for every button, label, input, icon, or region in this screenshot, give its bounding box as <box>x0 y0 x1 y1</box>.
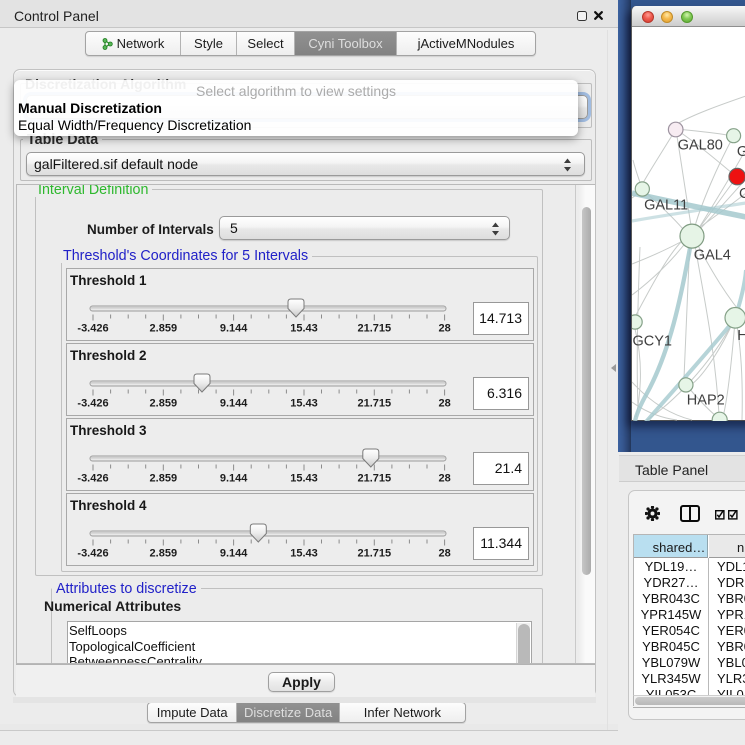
svg-text:GA: GA <box>737 144 745 160</box>
svg-text:GCY1: GCY1 <box>633 334 673 350</box>
svg-text:15.43: 15.43 <box>290 398 318 410</box>
svg-text:28: 28 <box>438 323 450 335</box>
svg-text:2.859: 2.859 <box>150 398 178 410</box>
svg-text:GAL11: GAL11 <box>644 198 688 214</box>
svg-text:-3.426: -3.426 <box>77 548 108 560</box>
svg-text:21.715: 21.715 <box>357 548 391 560</box>
svg-text:28: 28 <box>438 398 450 410</box>
svg-text:9.144: 9.144 <box>220 473 248 485</box>
svg-text:GAL4: GAL4 <box>694 248 731 264</box>
svg-text:15.43: 15.43 <box>290 548 318 560</box>
svg-text:HAP2: HAP2 <box>687 393 725 409</box>
svg-text:9.144: 9.144 <box>220 323 248 335</box>
svg-text:21.715: 21.715 <box>357 473 391 485</box>
svg-text:2.859: 2.859 <box>150 473 178 485</box>
svg-text:-3.426: -3.426 <box>77 398 108 410</box>
svg-text:21.715: 21.715 <box>357 323 391 335</box>
svg-text:9.144: 9.144 <box>220 398 248 410</box>
svg-text:28: 28 <box>438 473 450 485</box>
svg-text:9.144: 9.144 <box>220 548 248 560</box>
svg-text:-3.426: -3.426 <box>77 323 108 335</box>
svg-text:H: H <box>737 328 745 344</box>
svg-text:GAL80: GAL80 <box>678 138 723 154</box>
svg-text:15.43: 15.43 <box>290 473 318 485</box>
svg-text:C: C <box>739 186 745 202</box>
svg-text:15.43: 15.43 <box>290 323 318 335</box>
svg-text:21.715: 21.715 <box>357 398 391 410</box>
svg-text:2.859: 2.859 <box>150 323 178 335</box>
svg-text:2.859: 2.859 <box>150 548 178 560</box>
svg-text:28: 28 <box>438 548 450 560</box>
svg-text:-3.426: -3.426 <box>77 473 108 485</box>
